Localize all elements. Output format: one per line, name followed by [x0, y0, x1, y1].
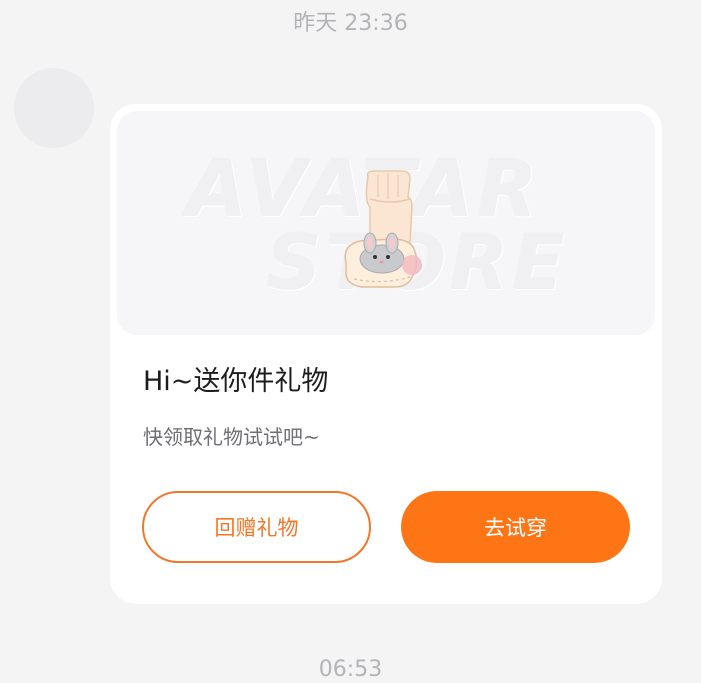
avatar[interactable]: [14, 68, 94, 148]
gift-card[interactable]: AVATAR STORE Hi~送你件礼物 快领取礼物试试吧~ 回赠礼物 去试穿: [110, 104, 662, 604]
gift-title: Hi~送你件礼物: [143, 366, 329, 397]
try-on-button[interactable]: 去试穿: [401, 491, 630, 563]
message-timestamp-next: 06:53: [318, 657, 383, 682]
gift-banner: AVATAR STORE: [117, 111, 655, 335]
sock-icon: [344, 170, 422, 288]
message-timestamp: 昨天 23:36: [293, 11, 408, 36]
gift-subtitle: 快领取礼物试试吧~: [143, 425, 320, 449]
return-gift-button[interactable]: 回赠礼物: [142, 491, 371, 563]
